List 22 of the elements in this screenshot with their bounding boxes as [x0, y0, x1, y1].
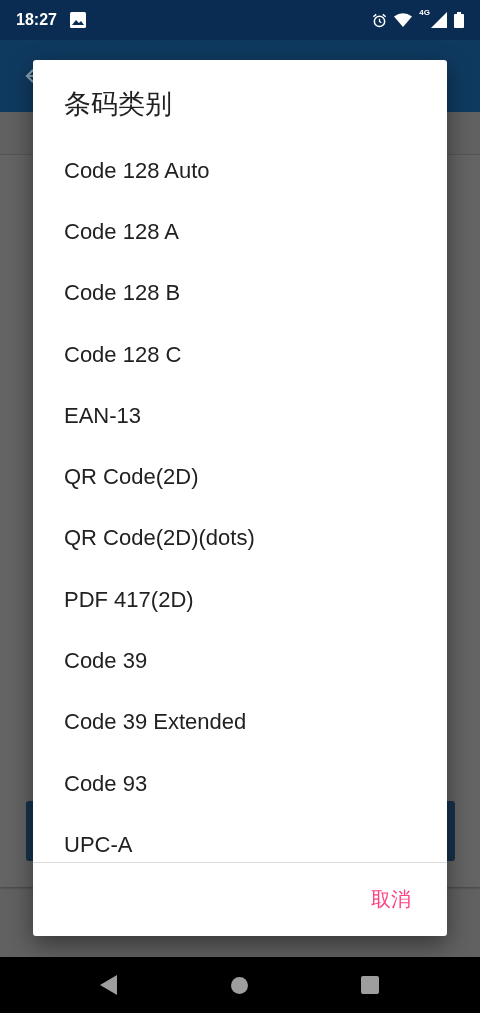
- status-time: 18:27: [16, 11, 57, 29]
- list-item[interactable]: EAN-13: [33, 385, 447, 447]
- list-item[interactable]: UPC-A: [33, 814, 447, 862]
- list-item[interactable]: Code 39 Extended: [33, 691, 447, 753]
- list-item[interactable]: QR Code(2D)(dots): [33, 507, 447, 570]
- list-item[interactable]: Code 128 B: [33, 262, 447, 324]
- list-item[interactable]: PDF 417(2D): [33, 569, 447, 631]
- alarm-icon: [372, 12, 388, 28]
- network-label: 4G: [419, 8, 430, 17]
- list-item[interactable]: Code 128 C: [33, 323, 447, 386]
- list-item[interactable]: Code 128 Auto: [33, 140, 447, 202]
- list-item[interactable]: Code 93: [33, 752, 447, 815]
- dialog-title: 条码类别: [63, 88, 173, 121]
- image-icon: [69, 12, 86, 28]
- back-icon[interactable]: [100, 975, 118, 995]
- wifi-icon: [394, 13, 413, 27]
- battery-icon: [454, 12, 464, 28]
- list-item[interactable]: Code 39: [33, 630, 447, 692]
- list-item[interactable]: QR Code(2D): [33, 446, 447, 508]
- home-icon[interactable]: [231, 976, 248, 994]
- list-item[interactable]: Code 128 A: [33, 201, 447, 263]
- signal-icon: [431, 12, 447, 28]
